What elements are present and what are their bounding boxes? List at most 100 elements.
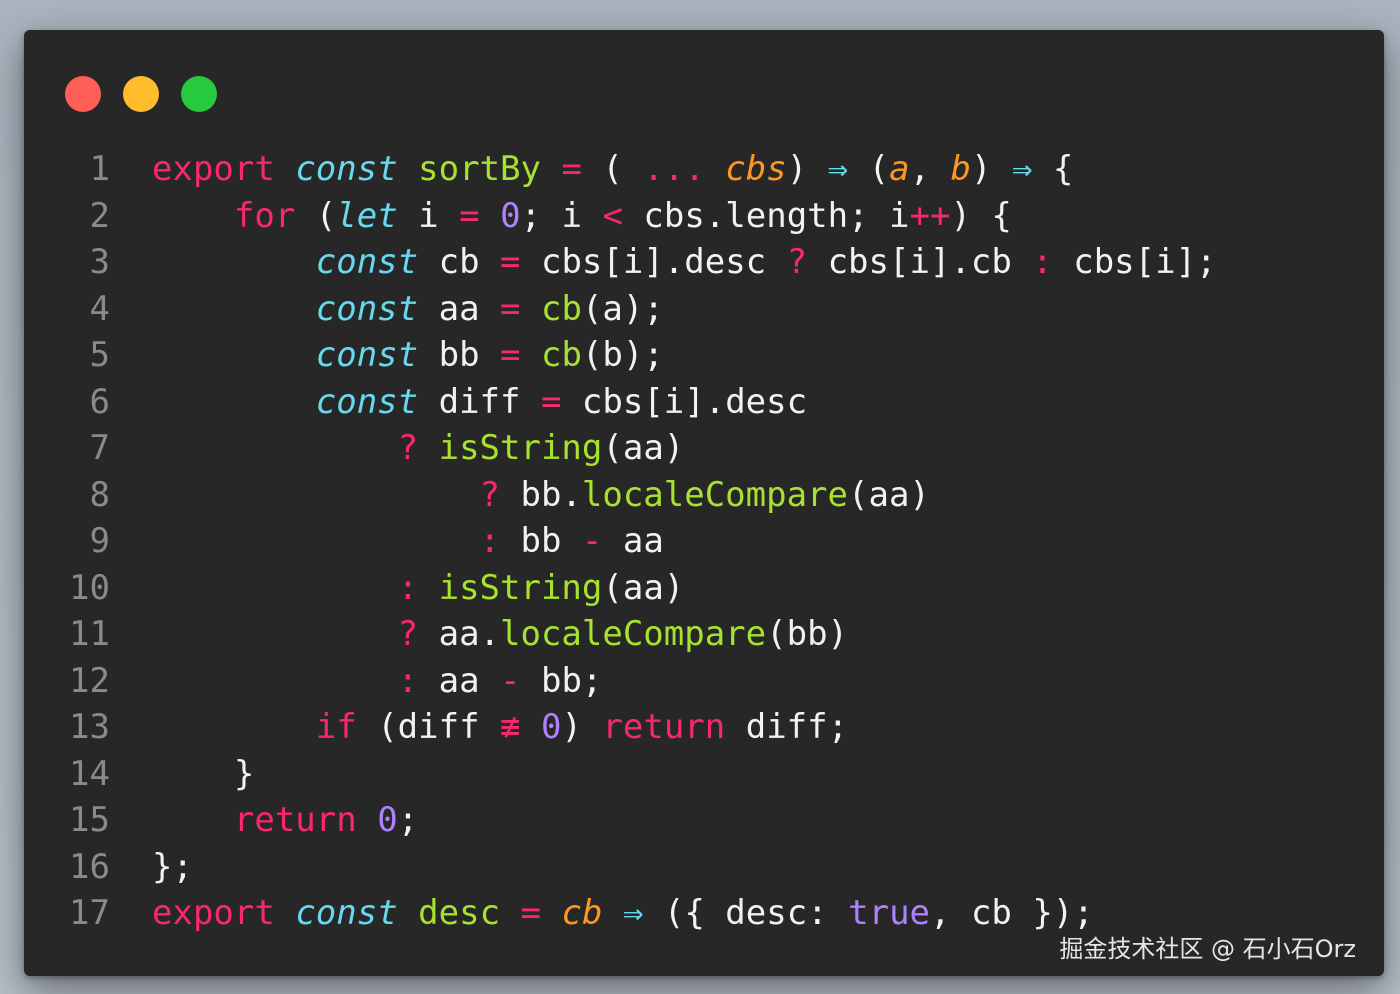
- code-line: 4 const aa = cb(a);: [54, 286, 1374, 333]
- line-source: }: [110, 751, 254, 798]
- line-source: const bb = cb(b);: [110, 332, 664, 379]
- code-block: 1 export const sortBy = ( ... cbs) ⇒ (a, …: [54, 146, 1374, 937]
- code-token: cbs[i];: [1052, 242, 1217, 282]
- code-line: 7 ? isString(aa): [54, 425, 1374, 472]
- code-token: cb: [540, 288, 582, 329]
- code-token: isString: [438, 428, 603, 468]
- code-token: (: [848, 149, 890, 189]
- code-token: ,: [909, 149, 951, 189]
- code-token: =: [561, 149, 582, 189]
- code-token: :: [1032, 242, 1053, 282]
- code-token: (: [295, 195, 337, 236]
- code-token: 0: [377, 800, 398, 840]
- code-token: cbs[i].desc: [561, 381, 808, 422]
- code-token: diff;: [725, 707, 849, 747]
- code-token: return: [602, 707, 726, 747]
- line-source: : aa - bb;: [110, 658, 603, 705]
- code-token: :: [479, 521, 500, 561]
- code-token: (diff: [356, 707, 501, 747]
- code-token: 0: [500, 195, 521, 236]
- code-token: cbs.length; i: [622, 195, 910, 236]
- code-token: export: [152, 149, 275, 189]
- line-number: 10: [69, 567, 110, 608]
- code-token: (: [581, 149, 644, 189]
- code-token: cbs: [725, 149, 787, 189]
- code-token: ;: [397, 800, 419, 840]
- watermark: 掘金技术社区 @ 石小石Orz: [1059, 935, 1356, 963]
- code-token: let: [336, 195, 398, 236]
- code-token: if: [315, 707, 357, 747]
- code-token: const: [315, 288, 419, 329]
- code-token: -: [581, 521, 603, 561]
- code-token: bb: [500, 521, 582, 561]
- close-dot-icon[interactable]: [65, 76, 101, 112]
- code-token: ++: [909, 195, 951, 236]
- code-token: const: [295, 893, 398, 933]
- line-source: const diff = cbs[i].desc: [110, 379, 807, 426]
- line-source: ? aa.localeCompare(bb): [110, 611, 848, 658]
- code-token: ⇒: [622, 893, 644, 933]
- code-token: localeCompare: [581, 474, 848, 515]
- line-number: 16: [69, 846, 110, 887]
- code-token: (aa): [848, 474, 930, 515]
- code-token: bb;: [520, 660, 603, 701]
- code-token: ): [786, 149, 828, 189]
- code-token: {: [1032, 149, 1074, 189]
- code-token: const: [315, 242, 419, 282]
- code-line: 2 for (let i = 0; i < cbs.length; i++) {: [54, 193, 1374, 240]
- line-source: const aa = cb(a);: [110, 286, 664, 333]
- code-line: 13 if (diff ≢ 0) return diff;: [54, 704, 1374, 751]
- code-token: (aa): [602, 428, 685, 468]
- code-token: ): [561, 707, 603, 747]
- zoom-dot-icon[interactable]: [181, 76, 217, 112]
- code-token: aa: [418, 288, 501, 329]
- line-source: : isString(aa): [110, 565, 685, 612]
- code-token: =: [500, 335, 521, 375]
- code-token: , cb });: [930, 893, 1094, 933]
- line-number: 3: [89, 242, 110, 282]
- line-source: : bb - aa: [110, 518, 664, 565]
- code-token: 0: [540, 707, 562, 747]
- code-token: ) {: [950, 195, 1012, 236]
- code-token: for: [233, 195, 296, 236]
- code-token: aa: [602, 521, 664, 561]
- code-token: cb: [540, 335, 582, 375]
- code-line: 6 const diff = cbs[i].desc: [54, 379, 1374, 426]
- line-number: 9: [89, 521, 110, 561]
- code-token: -: [500, 660, 521, 701]
- code-token: ; i: [520, 195, 603, 236]
- line-number: 17: [69, 893, 110, 933]
- code-token: ⇒: [827, 149, 849, 189]
- code-token: ({ desc:: [643, 893, 849, 933]
- line-number: 4: [89, 288, 110, 329]
- line-number: 6: [89, 381, 110, 422]
- line-source: for (let i = 0; i < cbs.length; i++) {: [110, 193, 1012, 240]
- code-token: desc: [418, 893, 501, 933]
- code-token: :: [397, 660, 419, 701]
- code-token: cbs[i].cb: [807, 242, 1033, 282]
- code-line: 5 const bb = cb(b);: [54, 332, 1374, 379]
- code-token: a: [889, 149, 910, 189]
- code-token: b: [950, 149, 972, 189]
- code-token: localeCompare: [500, 614, 767, 654]
- minimize-dot-icon[interactable]: [123, 76, 159, 112]
